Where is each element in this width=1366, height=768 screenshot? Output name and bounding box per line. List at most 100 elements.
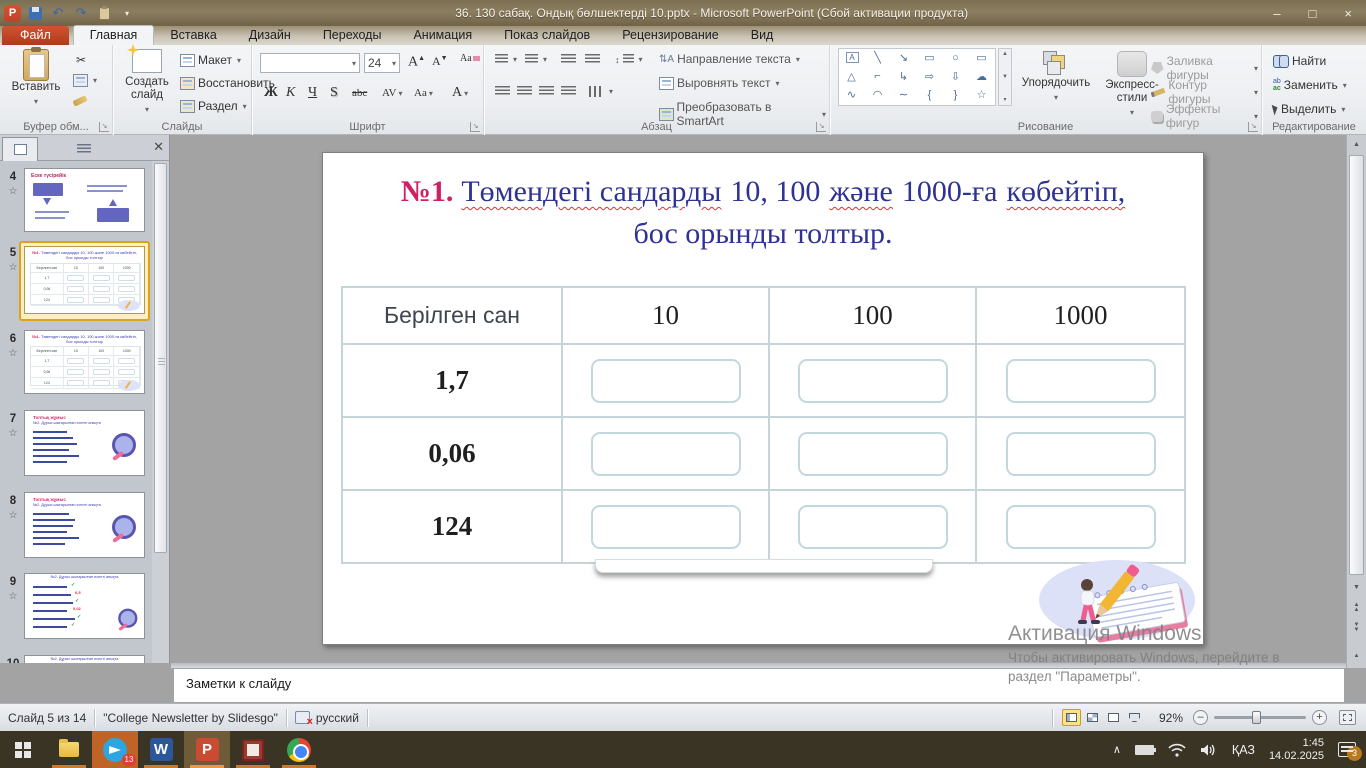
panel-scrollbar-thumb[interactable] (154, 163, 167, 553)
tray-chevron-icon[interactable]: ∧ (1113, 743, 1121, 756)
slide-thumbnail-6[interactable]: №1. Төмендегі сандарды 10, 100 және 1000… (24, 330, 145, 394)
notes-pane[interactable]: Заметки к слайду (173, 668, 1345, 703)
strikethrough-button[interactable]: abc (352, 87, 367, 99)
tab-slideshow[interactable]: Показ слайдов (488, 26, 606, 45)
animation-star-icon[interactable]: ☆ (3, 591, 23, 602)
paste-button[interactable]: Вставить (10, 49, 62, 108)
answer-box[interactable] (591, 505, 741, 549)
answer-box[interactable] (1006, 432, 1156, 476)
decrease-indent-button[interactable] (558, 53, 579, 66)
drawing-dialog-launcher[interactable]: ↘ (1248, 122, 1258, 132)
section-button[interactable]: Раздел (177, 98, 250, 114)
select-button[interactable]: Выделить (1270, 101, 1348, 117)
grow-font-button[interactable]: А▲ (408, 54, 425, 71)
slide-thumbnail-9[interactable]: №2. Дұрыс шығарылған есепті анықта ✓ 0,5… (24, 573, 145, 639)
redo-button[interactable]: ↷ (72, 4, 90, 22)
undo-button[interactable]: ↶ (49, 4, 67, 22)
font-color-button[interactable]: А (452, 85, 468, 101)
qat-customize-button[interactable]: ▾ (118, 4, 136, 22)
taskbar-telegram[interactable]: 13 (92, 731, 138, 768)
bullets-button[interactable] (492, 53, 520, 66)
clear-formatting-button[interactable]: Aa (460, 53, 480, 64)
answer-box[interactable] (798, 359, 948, 403)
animation-star-icon[interactable]: ☆ (3, 348, 23, 359)
tab-view[interactable]: Вид (735, 26, 790, 45)
normal-view-button[interactable] (1062, 709, 1081, 726)
answer-box[interactable] (798, 505, 948, 549)
taskbar-word[interactable]: W (138, 731, 184, 768)
shrink-font-button[interactable]: А▼ (432, 54, 448, 69)
slide-title[interactable]: №1.Төмендегі сандарды10, 100және1000-ғак… (323, 171, 1203, 255)
bold-button[interactable]: Ж (264, 85, 278, 101)
wifi-icon[interactable] (1168, 743, 1186, 757)
tab-outline[interactable] (66, 137, 102, 161)
close-button[interactable]: × (1344, 6, 1352, 21)
previous-slide-button[interactable]: ▲▲ (1348, 599, 1365, 616)
replace-button[interactable]: abacЗаменить (1270, 77, 1350, 93)
tab-design[interactable]: Дизайн (233, 26, 307, 45)
keyboard-language[interactable]: ҚАЗ (1232, 743, 1255, 757)
find-button[interactable]: Найти (1270, 53, 1329, 69)
cut-button[interactable]: ✂ (70, 51, 92, 69)
next-slide-button[interactable]: ▼▼ (1348, 619, 1365, 636)
save-button[interactable] (26, 4, 44, 22)
scrollbar-thumb[interactable] (1349, 155, 1364, 575)
fit-to-window-button[interactable] (1339, 710, 1356, 725)
animation-star-icon[interactable]: ☆ (3, 186, 23, 197)
font-dialog-launcher[interactable]: ↘ (470, 122, 480, 132)
tab-insert[interactable]: Вставка (154, 26, 232, 45)
partial-text-box[interactable] (595, 559, 933, 573)
copy-button[interactable] (70, 73, 100, 88)
line-spacing-button[interactable]: ↕ (612, 53, 646, 66)
minimize-button[interactable]: – (1273, 6, 1280, 21)
justify-button[interactable] (558, 85, 579, 98)
align-right-button[interactable] (536, 85, 557, 98)
zoom-slider-thumb[interactable] (1252, 711, 1261, 724)
reading-view-button[interactable] (1104, 709, 1123, 726)
numbering-button[interactable] (522, 53, 550, 66)
paragraph-dialog-launcher[interactable]: ↘ (816, 122, 826, 132)
layout-button[interactable]: Макет (177, 52, 244, 68)
slide-thumbnail-10[interactable]: №2. Дұрыс шығарылған есепті анықта ✓ 500… (24, 655, 145, 663)
slide-table[interactable]: Берілген сан 10 100 1000 1,7 0,06 124 (341, 286, 1186, 564)
shapes-gallery[interactable]: A ╲ ↘ ▭ ○ ▭ △ ⌐ ↳ ⇨ ⇩ ☁ ∿ ◠ ∼ { } ☆ (838, 48, 996, 106)
animation-star-icon[interactable]: ☆ (3, 428, 23, 439)
align-left-button[interactable] (492, 85, 513, 98)
slide-thumbnail-5-selected[interactable]: №1. Төмендегі сандарды 10, 100 және 1000… (19, 241, 150, 321)
volume-icon[interactable] (1200, 743, 1218, 757)
new-slide-button[interactable]: Создать слайд (119, 49, 175, 116)
slide-canvas[interactable]: №1.Төмендегі сандарды10, 100және1000-ғак… (322, 152, 1204, 645)
slideshow-view-button[interactable] (1125, 709, 1144, 726)
zoom-out-button[interactable]: – (1193, 710, 1208, 725)
arrange-button[interactable]: Упорядочить (1020, 51, 1092, 104)
slide-sorter-view-button[interactable] (1083, 709, 1102, 726)
tab-slides-thumbnails[interactable] (2, 137, 38, 161)
text-direction-button[interactable]: ⇅AНаправление текста (656, 51, 803, 67)
zoom-in-button[interactable]: + (1312, 710, 1327, 725)
tab-file[interactable]: Файл (2, 26, 69, 45)
answer-box[interactable] (1006, 359, 1156, 403)
answer-box[interactable] (591, 359, 741, 403)
taskbar-powerpoint[interactable]: P (184, 731, 230, 768)
start-button[interactable] (0, 731, 46, 768)
underline-button[interactable]: Ч (308, 85, 317, 101)
slide-thumbnail-4[interactable]: Еске түсірейік (24, 168, 145, 232)
vertical-scrollbar[interactable]: ▲ ▼ ▲▲ ▼▼ ▲ (1346, 135, 1366, 668)
shapes-gallery-scroll[interactable]: ▲▼▾ (998, 48, 1012, 106)
taskbar-picture-manager[interactable] (230, 731, 276, 768)
powerpoint-app-icon[interactable]: P (4, 5, 21, 22)
font-name-combo[interactable]: ▾ (260, 53, 360, 73)
panel-close-button[interactable]: ✕ (153, 139, 164, 155)
align-text-button[interactable]: Выровнять текст (656, 75, 783, 91)
tab-animations[interactable]: Анимация (397, 26, 488, 45)
scroll-down-button[interactable]: ▼ (1348, 579, 1365, 596)
text-shadow-button[interactable]: S (330, 85, 338, 101)
panel-scrollbar[interactable] (152, 161, 169, 663)
answer-box[interactable] (1006, 505, 1156, 549)
character-spacing-button[interactable]: AV (382, 87, 403, 99)
change-case-button[interactable]: Aa (414, 87, 433, 99)
italic-button[interactable]: К (286, 85, 295, 101)
clipboard-dialog-launcher[interactable]: ↘ (99, 122, 109, 132)
tab-home[interactable]: Главная (73, 25, 155, 45)
answer-box[interactable] (798, 432, 948, 476)
